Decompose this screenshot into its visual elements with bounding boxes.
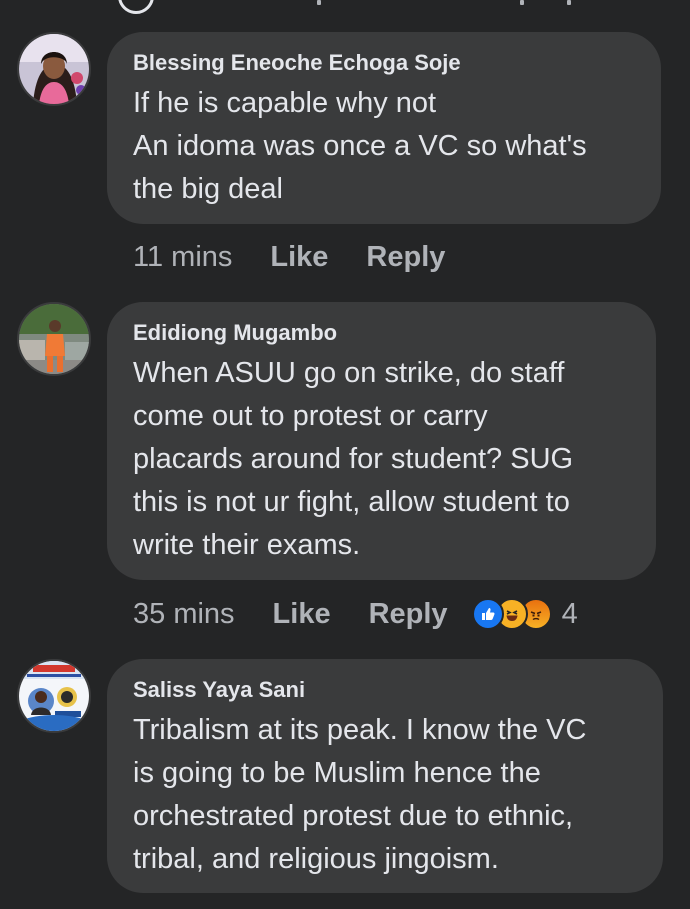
profile-photo-icon bbox=[19, 304, 89, 374]
reaction-count: 4 bbox=[561, 597, 578, 630]
comment-timestamp[interactable]: 35 mins bbox=[133, 598, 235, 631]
avatar[interactable] bbox=[17, 302, 91, 376]
comment-actions: 35 mins Like Reply 4 bbox=[133, 594, 578, 634]
like-button[interactable]: Like bbox=[270, 241, 328, 274]
comment-bubble: Saliss Yaya Sani Tribalism at its peak. … bbox=[107, 659, 663, 893]
profile-photo-icon bbox=[19, 661, 89, 731]
comment-text: Tribalism at its peak. I know the VC is … bbox=[133, 714, 587, 875]
avatar[interactable] bbox=[17, 659, 91, 733]
comment-bubble: Edidiong Mugambo When ASUU go on strike,… bbox=[107, 302, 656, 580]
reaction-summary[interactable]: 4 bbox=[471, 597, 578, 631]
comments-view: Blessing Eneoche Echoga Soje If he is ca… bbox=[0, 0, 690, 909]
like-button[interactable]: Like bbox=[273, 598, 331, 631]
profile-photo-icon bbox=[19, 34, 89, 104]
cropped-avatar-icon bbox=[118, 0, 154, 14]
comment-author[interactable]: Saliss Yaya Sani bbox=[133, 677, 637, 703]
comment-actions: 11 mins Like Reply bbox=[133, 237, 483, 277]
avatar[interactable] bbox=[17, 32, 91, 106]
comment-author[interactable]: Edidiong Mugambo bbox=[133, 320, 630, 346]
comment-text: When ASUU go on strike, do staff come ou… bbox=[133, 357, 574, 561]
reply-button[interactable]: Reply bbox=[366, 241, 445, 274]
reply-button[interactable]: Reply bbox=[369, 598, 448, 631]
comment-author[interactable]: Blessing Eneoche Echoga Soje bbox=[133, 50, 635, 76]
comment-timestamp[interactable]: 11 mins bbox=[133, 241, 232, 274]
previous-comment-actions-cropped bbox=[0, 0, 690, 14]
like-reaction-icon bbox=[471, 598, 504, 630]
comment-text: If he is capable why not An idoma was on… bbox=[133, 87, 587, 205]
comment-bubble: Blessing Eneoche Echoga Soje If he is ca… bbox=[107, 32, 661, 224]
